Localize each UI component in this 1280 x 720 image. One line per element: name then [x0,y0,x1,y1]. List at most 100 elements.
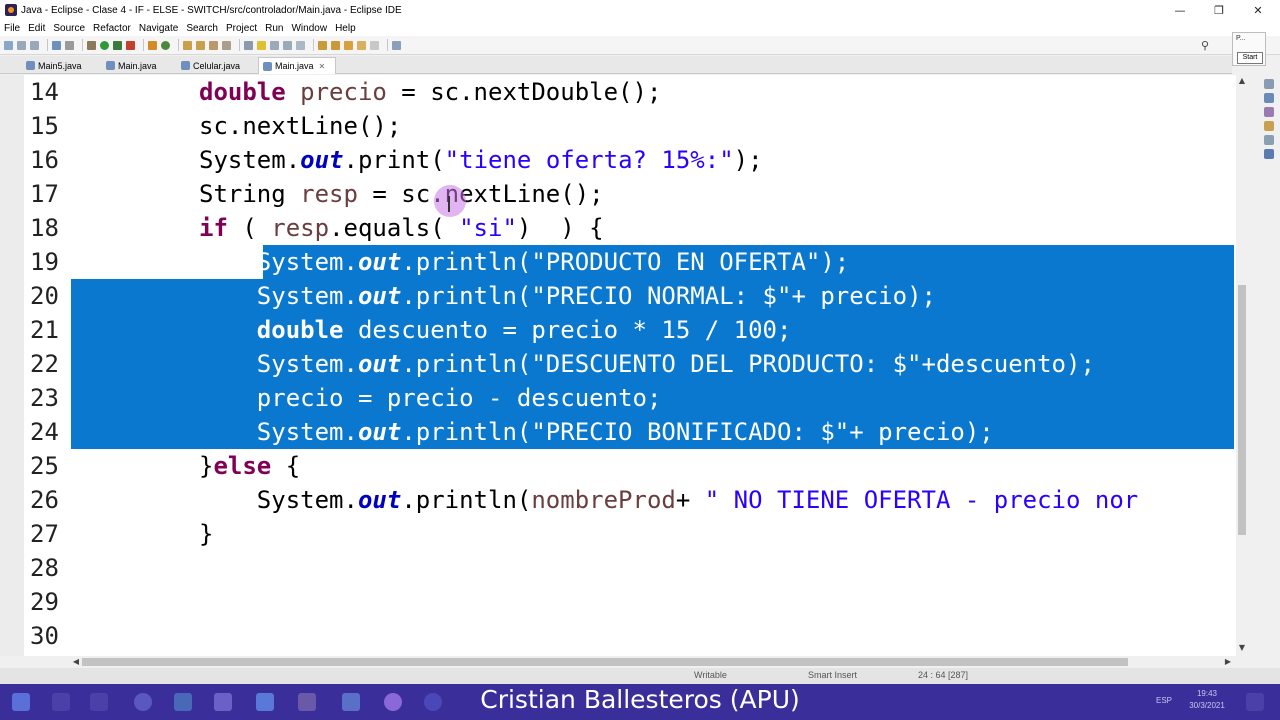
code-line[interactable]: 23 precio = precio - descuento; [24,381,1236,415]
clock-time: 19:43 [1196,689,1218,698]
open-task-icon[interactable] [196,40,205,50]
outline-icon[interactable] [1264,93,1274,103]
word-icon[interactable] [342,693,360,711]
problems-icon[interactable] [1264,121,1274,131]
word-wrap-icon[interactable] [296,40,305,50]
menu-edit[interactable]: Edit [28,23,45,34]
task-view-icon[interactable] [90,693,108,711]
horizontal-scrollbar[interactable]: ◀ ▶ [70,656,1236,668]
menu-search[interactable]: Search [186,23,218,34]
code-line[interactable]: 20 System.out.println("PRECIO NORMAL: $"… [24,279,1236,313]
code-line[interactable]: 14 double precio = sc.nextDouble(); [24,75,1236,109]
open-type-icon[interactable] [183,40,192,50]
minimize-button[interactable]: — [1160,0,1200,20]
code-line[interactable]: 30 [24,619,1236,653]
skip-breakpoints-icon[interactable] [65,40,74,50]
menu-refactor[interactable]: Refactor [93,23,131,34]
block-selection-icon[interactable] [283,40,292,50]
start-button[interactable]: Start [1237,52,1263,64]
menu-source[interactable]: Source [53,23,85,34]
scroll-up-icon[interactable]: ▲ [1236,75,1248,87]
show-whitespace-icon[interactable] [270,40,279,50]
side-trim [1258,75,1280,175]
back-icon[interactable] [357,40,366,50]
chrome-icon[interactable] [384,693,402,711]
debug-icon[interactable] [87,40,96,50]
code-text: if ( resp.equals( "si") ) { [199,211,604,245]
restore-icon[interactable] [1264,79,1274,89]
tab-close-icon[interactable]: ✕ [319,62,326,71]
file-explorer-icon[interactable] [298,693,316,711]
windows-start-icon[interactable] [12,693,30,711]
close-button[interactable]: ✕ [1238,0,1278,20]
console-icon[interactable] [1264,149,1274,159]
run-icon[interactable] [100,40,109,50]
maximize-button[interactable]: ❐ [1199,0,1239,20]
code-line[interactable]: 15 sc.nextLine(); [24,109,1236,143]
search-tool-icon[interactable] [209,40,218,50]
menu-file[interactable]: File [4,23,20,34]
photos-icon[interactable] [214,693,232,711]
code-line[interactable]: 25}else { [24,449,1236,483]
line-number: 21 [30,316,59,344]
code-token: out [357,486,402,514]
code-line[interactable]: 16 System.out.print("tiene oferta? 15%:")… [24,143,1236,177]
vscode-icon[interactable] [256,693,274,711]
new-java-package-icon[interactable] [148,40,157,50]
notifications-icon[interactable] [1246,693,1264,711]
next-annotation-icon[interactable] [318,40,327,50]
tab-main-java-active[interactable]: Main.java ✕ [258,57,336,74]
save-icon[interactable] [17,40,26,50]
previous-annotation-icon[interactable] [331,40,340,50]
code-line[interactable]: 22 System.out.println("DESCUENTO DEL PRO… [24,347,1236,381]
code-line[interactable]: 17 String resp = sc.nextLine(); [24,177,1236,211]
menu-window[interactable]: Window [291,23,327,34]
menu-project[interactable]: Project [226,23,257,34]
recorder-icon[interactable] [424,693,442,711]
code-token: descuento [357,316,488,344]
new-java-class-icon[interactable] [161,40,170,50]
code-token: "DESCUENTO DEL PRODUCTO: $" [531,350,922,378]
scrollbar-thumb[interactable] [1238,285,1246,535]
external-tools-icon[interactable] [126,40,135,50]
code-line[interactable]: 29 [24,585,1236,619]
code-editor[interactable]: 14 double precio = sc.nextDouble(); 15 sc.n… [24,75,1236,656]
save-all-icon[interactable] [30,40,39,50]
scroll-down-icon[interactable]: ▼ [1236,642,1248,654]
new-icon[interactable] [4,40,13,50]
code-line[interactable]: 27} [24,517,1236,551]
search-icon[interactable] [52,693,70,711]
coverage-icon[interactable] [113,40,122,50]
taskbar-clock[interactable]: 19:43 30/3/2021 [1182,688,1232,712]
task-list-icon[interactable] [1264,107,1274,117]
scroll-left-icon[interactable]: ◀ [70,656,82,668]
code-line[interactable]: 19 System.out.println("PRODUCTO EN OFERT… [24,245,1236,279]
toggle-mark-icon[interactable] [244,40,253,50]
edge-icon[interactable] [134,693,152,711]
terminal-icon[interactable] [52,40,61,50]
last-edit-icon[interactable] [344,40,353,50]
code-line[interactable]: 24 System.out.println("PRECIO BONIFICADO… [24,415,1236,449]
mouse-highlight [434,185,466,217]
code-line[interactable]: 18 if ( resp.equals( "si") ) { [24,211,1236,245]
scroll-right-icon[interactable]: ▶ [1222,656,1234,668]
scrollbar-thumb[interactable] [82,658,1128,666]
keyboard-language[interactable]: ESP [1156,696,1172,705]
vertical-scrollbar[interactable]: ▲ ▼ [1236,75,1248,656]
code-line[interactable]: 28 [24,551,1236,585]
tab-main5-java[interactable]: Main5.java [22,57,108,74]
menu-run[interactable]: Run [265,23,283,34]
pin-editor-icon[interactable] [392,40,401,50]
tab-celular-java[interactable]: Celular.java [177,57,261,74]
excel-icon[interactable] [174,693,192,711]
code-line[interactable]: 21 double descuento = precio * 15 / 100; [24,313,1236,347]
tab-main-java[interactable]: Main.java [102,57,184,74]
forward-icon[interactable] [370,40,379,50]
code-line[interactable]: 26 System.out.println(nombreProd+ " NO T… [24,483,1236,517]
highlight-icon[interactable] [257,40,266,50]
javadoc-icon[interactable] [1264,135,1274,145]
menu-help[interactable]: Help [335,23,356,34]
menu-navigate[interactable]: Navigate [139,23,178,34]
edit-icon[interactable] [222,40,231,50]
search-icon[interactable]: ⚲ [1201,39,1209,52]
